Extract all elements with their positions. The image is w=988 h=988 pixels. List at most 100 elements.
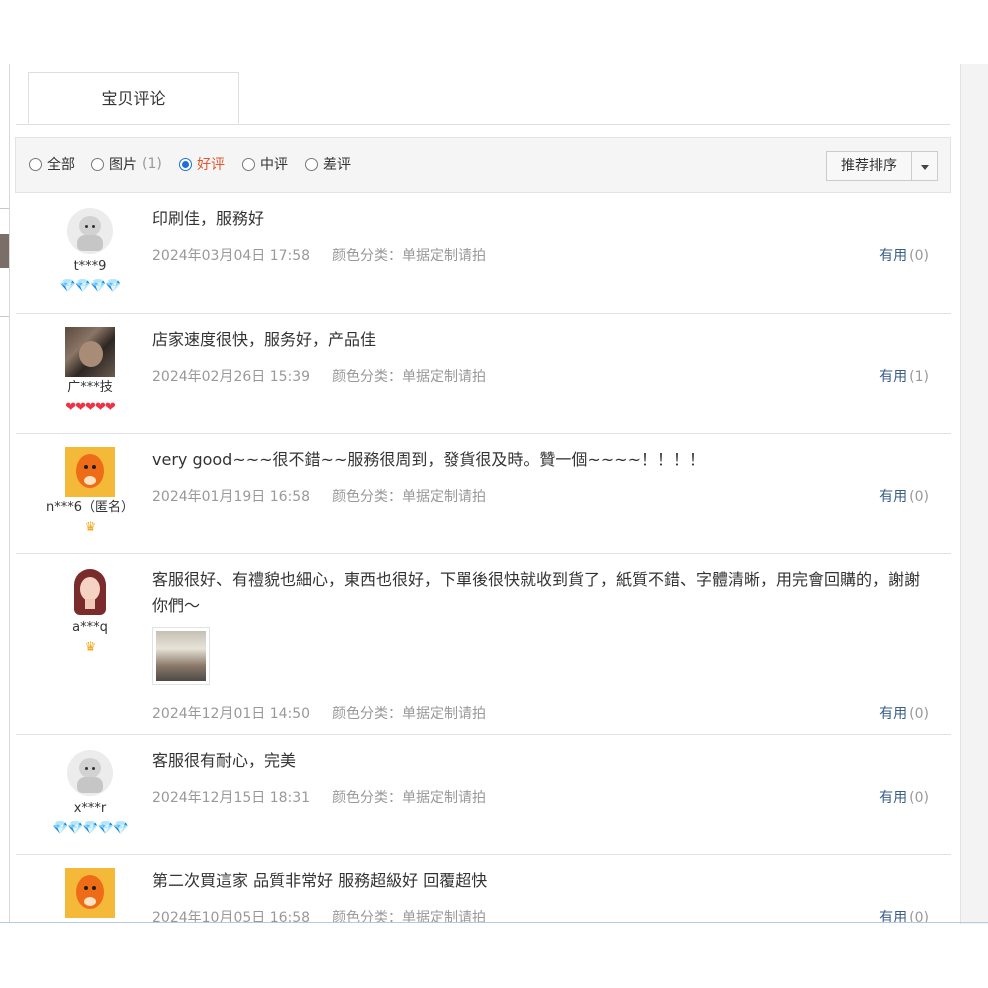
review-sku: 颜色分类：单据定制请拍: [332, 489, 487, 505]
reviewer-name: x***r: [73, 801, 107, 816]
filter-label: 差评: [323, 157, 351, 173]
orange-mascot-avatar-icon[interactable]: [65, 868, 115, 918]
useful-label[interactable]: 有用: [879, 790, 907, 806]
useful-count: (0): [909, 489, 929, 505]
reviewer-name: n***6（匿名）: [45, 500, 134, 515]
review-meta: 2024年01月19日 16:58 颜色分类：单据定制请拍: [152, 486, 486, 506]
left-panel-divider: [0, 208, 9, 209]
filter-neutral[interactable]: 中评: [242, 154, 288, 174]
review-sku: 颜色分类：单据定制请拍: [332, 790, 487, 806]
radio-icon[interactable]: [29, 157, 42, 171]
review-text: 店家速度很快，服务好，产品佳: [152, 330, 377, 349]
useful-count: (0): [909, 790, 929, 806]
tab-item-reviews[interactable]: 宝贝评论: [28, 72, 239, 124]
filter-label: 中评: [260, 157, 288, 173]
useful-button[interactable]: 有用 (0): [879, 703, 929, 723]
girl-avatar-icon[interactable]: [65, 567, 115, 617]
useful-label[interactable]: 有用: [879, 369, 907, 385]
left-panel-border: [9, 64, 10, 922]
useful-button[interactable]: 有用 (1): [879, 366, 929, 386]
reviewer: [16, 868, 164, 918]
review-text: 第二次買這家 品質非常好 服務超級好 回覆超快: [152, 871, 488, 890]
left-panel-fragment: [0, 234, 9, 268]
review-text: 印刷佳，服務好: [152, 209, 265, 228]
review-item: 第二次買這家 品質非常好 服務超級好 回覆超快 2024年10月05日 16:5…: [16, 855, 951, 922]
review-sku: 颜色分类：单据定制请拍: [332, 248, 487, 264]
reviewer: 广***技 ❤❤❤❤❤: [16, 327, 164, 416]
reviewer-name: t***9: [73, 259, 107, 274]
filter-count: (1): [142, 156, 162, 172]
filter-all[interactable]: 全部: [29, 154, 75, 174]
review-photo: [156, 631, 206, 681]
sort-dropdown[interactable]: 推荐排序: [826, 151, 938, 181]
useful-button[interactable]: 有用 (0): [879, 486, 929, 506]
heart-level-icon: ❤❤❤❤❤: [65, 400, 115, 415]
reviewer: x***r 💎💎💎💎💎: [16, 748, 164, 837]
useful-button[interactable]: 有用 (0): [879, 787, 929, 807]
crown-level-icon: ♛: [84, 520, 97, 535]
review-item: a***q ♛ 客服很好、有禮貌也細心，東西也很好，下單後很快就收到貨了，紙質不…: [16, 554, 951, 735]
photo-avatar-icon[interactable]: [65, 327, 115, 377]
review-photo-thumbnail[interactable]: [152, 627, 210, 685]
reviewer-name: 广***技: [67, 380, 113, 395]
crown-level-icon: ♛: [84, 640, 97, 655]
radio-icon[interactable]: [305, 157, 318, 171]
diamond-level-icon: 💎💎💎💎: [59, 279, 122, 294]
review-list: t***9 💎💎💎💎 印刷佳，服務好 2024年03月04日 17:58 颜色分类…: [16, 193, 951, 922]
review-text: 客服很好、有禮貌也細心，東西也很好，下單後很快就收到貨了，紙質不錯、字體清晰，用…: [152, 570, 921, 615]
robot-avatar-icon[interactable]: [65, 748, 115, 798]
filter-negative[interactable]: 差评: [305, 154, 351, 174]
review-date: 2024年10月05日 16:58: [152, 910, 311, 922]
robot-avatar-icon[interactable]: [65, 206, 115, 256]
review-sku: 颜色分类：单据定制请拍: [332, 706, 487, 722]
radio-icon[interactable]: [91, 157, 104, 171]
review-meta: 2024年12月15日 18:31 颜色分类：单据定制请拍: [152, 787, 486, 807]
review-item: 广***技 ❤❤❤❤❤ 店家速度很快，服务好，产品佳 2024年02月26日 1…: [16, 314, 951, 434]
review-date: 2024年12月01日 14:50: [152, 706, 311, 722]
useful-label[interactable]: 有用: [879, 706, 907, 722]
useful-count: (0): [909, 706, 929, 722]
review-meta: 2024年03月04日 17:58 颜色分类：单据定制请拍: [152, 245, 486, 265]
review-meta: 2024年12月01日 14:50 颜色分类：单据定制请拍: [152, 703, 486, 723]
review-item: t***9 💎💎💎💎 印刷佳，服務好 2024年03月04日 17:58 颜色分类…: [16, 193, 951, 314]
radio-icon[interactable]: [242, 157, 255, 171]
left-panel-divider: [0, 316, 9, 317]
review-date: 2024年12月15日 18:31: [152, 790, 311, 806]
review-item: x***r 💎💎💎💎💎 客服很有耐心，完美 2024年12月15日 18:31 颜…: [16, 735, 951, 855]
filter-label: 好评: [197, 157, 225, 173]
useful-label[interactable]: 有用: [879, 248, 907, 264]
useful-label[interactable]: 有用: [879, 910, 907, 922]
review-meta: 2024年10月05日 16:58 颜色分类：单据定制请拍: [152, 907, 486, 922]
useful-count: (0): [909, 910, 929, 922]
filter-label: 全部: [47, 157, 75, 173]
bottom-divider: [0, 922, 988, 923]
reviewer-name: a***q: [72, 620, 108, 635]
sort-button[interactable]: 推荐排序: [826, 151, 912, 181]
reviewer: n***6（匿名） ♛: [16, 447, 164, 536]
review-date: 2024年01月19日 16:58: [152, 489, 311, 505]
filter-images[interactable]: 图片 (1): [91, 154, 162, 174]
useful-button[interactable]: 有用 (0): [879, 907, 929, 922]
useful-label[interactable]: 有用: [879, 489, 907, 505]
tab-bar: 宝贝评论: [16, 72, 950, 125]
useful-button[interactable]: 有用 (0): [879, 245, 929, 265]
review-date: 2024年02月26日 15:39: [152, 369, 311, 385]
review-sku: 颜色分类：单据定制请拍: [332, 910, 487, 922]
reviewer: a***q ♛: [16, 567, 164, 656]
review-meta: 2024年02月26日 15:39 颜色分类：单据定制请拍: [152, 366, 486, 386]
chevron-down-icon[interactable]: [912, 151, 938, 181]
filter-positive[interactable]: 好评: [179, 154, 225, 174]
review-sku: 颜色分类：单据定制请拍: [332, 369, 487, 385]
review-filter-bar: 全部 图片 (1) 好评 中评 差评 推荐排序: [15, 137, 951, 193]
radio-icon-checked[interactable]: [179, 157, 192, 171]
diamond-level-icon: 💎💎💎💎💎: [52, 821, 129, 836]
useful-count: (1): [909, 369, 929, 385]
review-date: 2024年03月04日 17:58: [152, 248, 311, 264]
review-text: very good~~~很不錯~~服務很周到，發貨很及時。贊一個~~~~！！！！: [152, 450, 705, 469]
reviewer: t***9 💎💎💎💎: [16, 206, 164, 295]
filter-label: 图片: [109, 157, 137, 173]
review-text: 客服很有耐心，完美: [152, 751, 297, 770]
review-item: n***6（匿名） ♛ very good~~~很不錯~~服務很周到，發貨很及時…: [16, 434, 951, 554]
right-side-panel: [960, 64, 988, 924]
orange-mascot-avatar-icon[interactable]: [65, 447, 115, 497]
